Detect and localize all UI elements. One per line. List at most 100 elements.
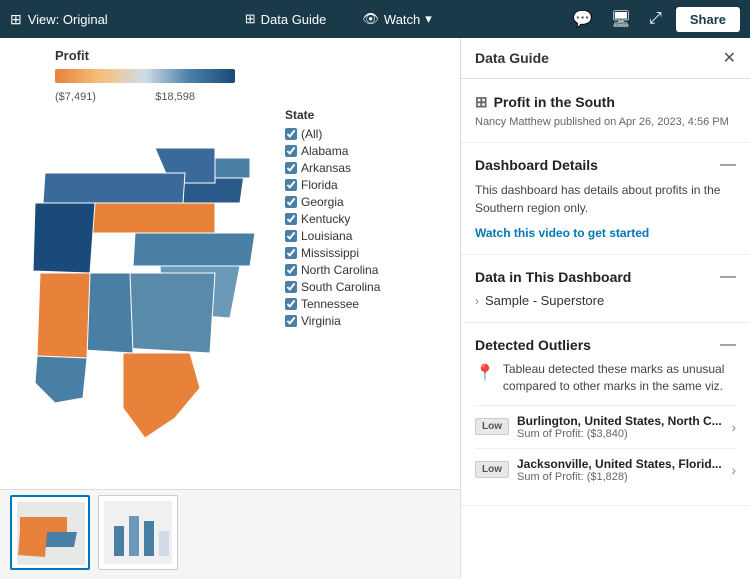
eye-icon: 👁 bbox=[362, 11, 379, 27]
top-nav-right: 💬 🖥 ⤢ Share bbox=[569, 5, 740, 33]
filter-checkbox[interactable] bbox=[285, 162, 297, 174]
filter-checkbox[interactable] bbox=[285, 128, 297, 140]
expand-icon: › bbox=[475, 294, 479, 308]
outlier-arrow-icon: › bbox=[731, 462, 736, 478]
watch-label: Watch bbox=[384, 12, 420, 27]
dashboard-details-title: Dashboard Details bbox=[475, 157, 598, 173]
filter-checkbox[interactable] bbox=[285, 315, 297, 327]
filter-item[interactable]: Georgia bbox=[285, 195, 380, 209]
top-navigation-bar: ⊞ View: Original ⊞ Data Guide 👁 Watch ▾ … bbox=[0, 0, 750, 38]
comment-icon-button[interactable]: 💬 bbox=[569, 5, 597, 33]
map-and-filter-container: State (All)AlabamaArkansasFloridaGeorgia… bbox=[15, 108, 445, 478]
filter-item[interactable]: Mississippi bbox=[285, 246, 380, 260]
filter-label: Virginia bbox=[301, 314, 341, 328]
legend-min: ($7,491) bbox=[55, 91, 96, 103]
filter-label: Arkansas bbox=[301, 161, 351, 175]
detected-outliers-collapse-button[interactable]: — bbox=[720, 337, 736, 353]
detected-outliers-header: Detected Outliers — bbox=[475, 337, 736, 353]
filter-label: Tennessee bbox=[301, 297, 359, 311]
sample-superstore-item[interactable]: › Sample - Superstore bbox=[475, 293, 736, 308]
filter-label: Louisiana bbox=[301, 229, 352, 243]
watch-nav-item[interactable]: 👁 Watch ▾ bbox=[354, 7, 439, 31]
filter-checkbox[interactable] bbox=[285, 281, 297, 293]
data-guide-panel: Data Guide ✕ ⊞ Profit in the South Nancy… bbox=[460, 38, 750, 579]
filter-label: Kentucky bbox=[301, 212, 350, 226]
outlier-name: Burlington, United States, North C... bbox=[517, 414, 723, 428]
filter-item[interactable]: Tennessee bbox=[285, 297, 380, 311]
dashboard-description: This dashboard has details about profits… bbox=[475, 181, 736, 217]
filter-item[interactable]: Virginia bbox=[285, 314, 380, 328]
outlier-badge: Low bbox=[475, 418, 509, 435]
outlier-item[interactable]: Low Jacksonville, United States, Florid..… bbox=[475, 448, 736, 491]
filter-item[interactable]: South Carolina bbox=[285, 280, 380, 294]
data-guide-close-button[interactable]: ✕ bbox=[723, 48, 736, 68]
filter-checkbox[interactable] bbox=[285, 179, 297, 191]
thumbnail-1[interactable] bbox=[10, 495, 90, 570]
dashboard-details-section: Dashboard Details — This dashboard has d… bbox=[461, 143, 750, 255]
watch-dropdown-arrow: ▾ bbox=[425, 11, 432, 27]
data-guide-nav-item[interactable]: ⊞ Data Guide bbox=[237, 7, 335, 31]
data-in-dashboard-collapse-button[interactable]: — bbox=[720, 269, 736, 285]
outlier-badge: Low bbox=[475, 461, 509, 478]
outlier-info: Burlington, United States, North C...Sum… bbox=[517, 414, 723, 440]
thumbnail-2[interactable] bbox=[98, 495, 178, 570]
chart-title: Profit bbox=[15, 48, 445, 63]
view-title-section: ⊞ Profit in the South Nancy Matthew publ… bbox=[461, 79, 750, 143]
filter-item[interactable]: Alabama bbox=[285, 144, 380, 158]
outlier-arrow-icon: › bbox=[731, 419, 736, 435]
view-title-text: Profit in the South bbox=[494, 94, 615, 110]
data-guide-title: Data Guide bbox=[475, 50, 549, 66]
filter-checkbox[interactable] bbox=[285, 230, 297, 242]
present-icon-button[interactable]: 🖥 bbox=[607, 5, 635, 33]
outlier-description-text: Tableau detected these marks as unusual … bbox=[503, 361, 736, 395]
map-svg-container[interactable] bbox=[15, 108, 275, 478]
outlier-name: Jacksonville, United States, Florid... bbox=[517, 457, 723, 471]
filter-item[interactable]: North Carolina bbox=[285, 263, 380, 277]
outlier-value: Sum of Profit: ($1,828) bbox=[517, 471, 723, 483]
data-guide-header: Data Guide ✕ bbox=[461, 38, 750, 79]
data-guide-icon: ⊞ bbox=[245, 11, 256, 27]
legend-bar bbox=[55, 69, 235, 83]
data-in-dashboard-header: Data in This Dashboard — bbox=[475, 269, 736, 285]
outlier-info: Jacksonville, United States, Florid...Su… bbox=[517, 457, 723, 483]
top-nav-center: ⊞ Data Guide 👁 Watch ▾ bbox=[237, 7, 440, 31]
thumb-svg-1 bbox=[12, 497, 90, 570]
dashboard-details-header: Dashboard Details — bbox=[475, 157, 736, 173]
filter-checkbox[interactable] bbox=[285, 264, 297, 276]
filter-panel: State (All)AlabamaArkansasFloridaGeorgia… bbox=[285, 108, 380, 478]
filter-checkbox[interactable] bbox=[285, 213, 297, 225]
filter-label: Alabama bbox=[301, 144, 348, 158]
map-svg bbox=[15, 108, 275, 478]
dashboard-details-collapse-button[interactable]: — bbox=[720, 157, 736, 173]
dashboard-panel: Profit ($7,491) $18,598 bbox=[0, 38, 460, 579]
data-item-label: Sample - Superstore bbox=[485, 293, 604, 308]
watch-video-link[interactable]: Watch this video to get started bbox=[475, 226, 649, 240]
filter-label: Mississippi bbox=[301, 246, 359, 260]
legend-labels: ($7,491) $18,598 bbox=[15, 91, 195, 103]
outlier-value: Sum of Profit: ($3,840) bbox=[517, 428, 723, 440]
data-guide-label: Data Guide bbox=[261, 12, 327, 27]
thumb-svg-2 bbox=[99, 496, 177, 569]
legend-max: $18,598 bbox=[155, 91, 195, 103]
filter-checkbox[interactable] bbox=[285, 298, 297, 310]
filter-item[interactable]: Arkansas bbox=[285, 161, 380, 175]
filter-label: Georgia bbox=[301, 195, 344, 209]
grid-view-icon: ⊞ bbox=[475, 93, 488, 111]
outlier-item[interactable]: Low Burlington, United States, North C...… bbox=[475, 405, 736, 448]
main-content: Profit ($7,491) $18,598 bbox=[0, 38, 750, 579]
filter-item[interactable]: Louisiana bbox=[285, 229, 380, 243]
filter-item[interactable]: (All) bbox=[285, 127, 380, 141]
filter-item[interactable]: Kentucky bbox=[285, 212, 380, 226]
fullscreen-icon-button[interactable]: ⤢ bbox=[645, 6, 666, 32]
view-subtitle: Nancy Matthew published on Apr 26, 2023,… bbox=[475, 116, 736, 128]
filter-item[interactable]: Florida bbox=[285, 178, 380, 192]
filter-checkbox[interactable] bbox=[285, 247, 297, 259]
outliers-container: Low Burlington, United States, North C...… bbox=[475, 405, 736, 491]
filter-checkbox[interactable] bbox=[285, 196, 297, 208]
share-button[interactable]: Share bbox=[676, 7, 740, 32]
legend-bar-container bbox=[15, 69, 445, 83]
detected-outliers-title: Detected Outliers bbox=[475, 337, 591, 353]
grid-icon: ⊞ bbox=[10, 11, 22, 28]
filter-checkbox[interactable] bbox=[285, 145, 297, 157]
filter-label: South Carolina bbox=[301, 280, 380, 294]
